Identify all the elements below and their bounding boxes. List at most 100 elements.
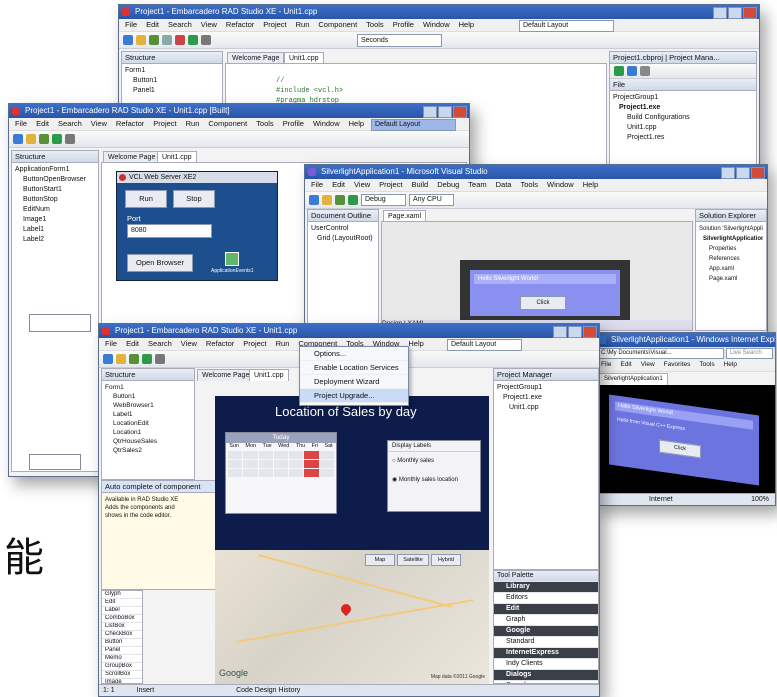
new-icon[interactable] <box>627 66 637 76</box>
menu-view[interactable]: View <box>181 339 197 348</box>
palette-item[interactable]: GroupBox <box>102 663 142 671</box>
menu-project[interactable]: Project <box>379 180 402 189</box>
menu-edit[interactable]: Edit <box>126 339 139 348</box>
vcl-form[interactable]: VCL Web Server XE2 Run Stop Port 8080 Op… <box>116 171 278 281</box>
tree-item[interactable]: ApplicationForm1 <box>15 165 95 175</box>
tree-item[interactable]: Button1 <box>105 392 191 401</box>
maximize-icon[interactable] <box>568 326 582 338</box>
open-icon[interactable] <box>136 35 146 45</box>
window-controls[interactable] <box>713 7 757 19</box>
menu-item-location[interactable]: Enable Location Services <box>300 361 408 375</box>
palette-item[interactable]: Library <box>494 582 598 593</box>
xaml-designer[interactable]: Hello Silverlight World! Click Design | … <box>381 221 693 331</box>
tree-item[interactable]: QtrSales2 <box>105 446 191 455</box>
menu-window[interactable]: Window <box>423 20 450 29</box>
menu-tools[interactable]: Tools <box>699 361 714 368</box>
tab-unit1[interactable]: Unit1.cpp <box>249 369 289 381</box>
menu-edit[interactable]: Edit <box>620 361 631 368</box>
save-icon[interactable] <box>39 134 49 144</box>
run-icon[interactable] <box>142 354 152 364</box>
map-pin-icon[interactable] <box>338 601 354 617</box>
minimize-icon[interactable] <box>713 7 727 19</box>
window-title-bar[interactable]: Project1 - Embarcadero RAD Studio XE - U… <box>99 324 599 338</box>
new-icon[interactable] <box>309 195 319 205</box>
menu-refactor[interactable]: Refactor <box>116 119 144 128</box>
open-browser-button[interactable]: Open Browser <box>127 254 193 272</box>
palette-item[interactable]: Dialogs <box>494 670 598 681</box>
search-combo[interactable]: Seconds <box>357 33 442 47</box>
minimize-icon[interactable] <box>553 326 567 338</box>
tab-project-manager[interactable]: Project Mana... <box>669 53 719 62</box>
maximize-icon[interactable] <box>736 167 750 179</box>
activate-icon[interactable] <box>614 66 624 76</box>
menu-item-deployment[interactable]: Deployment Wizard <box>300 375 408 389</box>
palette-item[interactable]: CheckBox <box>102 631 142 639</box>
tree-item[interactable]: Grid (LayoutRoot) <box>311 234 375 244</box>
tree-item[interactable]: EditNum <box>15 205 95 215</box>
layout-combo[interactable]: Default Layout <box>519 20 614 32</box>
tree-item[interactable]: Unit1.cpp <box>497 403 595 413</box>
close-icon[interactable] <box>583 326 597 338</box>
menu-component[interactable]: Component <box>318 20 357 29</box>
banner-textbox[interactable]: Hello Silverlight World! <box>474 274 616 284</box>
palette-item[interactable]: ListBox <box>102 623 142 631</box>
menu-file[interactable]: File <box>105 339 117 348</box>
tree-item[interactable]: Panel1 <box>125 86 219 96</box>
window-controls[interactable] <box>553 326 597 338</box>
palette-item[interactable]: Graph <box>494 615 598 626</box>
tree-item[interactable]: WebBrowser1 <box>105 401 191 410</box>
menu-item-options[interactable]: Options... <box>300 347 408 361</box>
palette-item[interactable]: Standard <box>494 637 598 648</box>
menu-view[interactable]: View <box>201 20 217 29</box>
palette-item[interactable]: Memo <box>102 655 142 663</box>
palette-item[interactable]: InternetExpress <box>494 648 598 659</box>
menu-project[interactable]: Project <box>153 119 176 128</box>
menu-file[interactable]: File <box>125 20 137 29</box>
tree-item[interactable]: ProjectGroup1 <box>613 93 753 103</box>
address-input[interactable]: C:\My Documents\Visual... <box>597 347 724 359</box>
tree-item[interactable]: Form1 <box>125 66 219 76</box>
menu-project[interactable]: Project <box>243 339 266 348</box>
run-icon[interactable] <box>52 134 62 144</box>
tree-item[interactable]: Build Configurations <box>613 113 753 123</box>
window-title-bar[interactable]: Project1 - Embarcadero RAD Studio XE - U… <box>119 5 759 19</box>
menu-help[interactable]: Help <box>408 339 423 348</box>
menu-view[interactable]: View <box>641 361 655 368</box>
tree-item[interactable]: Solution 'SilverlightApplication1' <box>699 224 763 234</box>
close-icon[interactable] <box>751 167 765 179</box>
palette-item[interactable]: Editors <box>494 593 598 604</box>
palette-item[interactable]: Glyph <box>102 591 142 599</box>
palette-item[interactable]: Label <box>102 607 142 615</box>
menu-project[interactable]: Project <box>263 20 286 29</box>
window-title-bar[interactable]: Project1 - Embarcadero RAD Studio XE - U… <box>9 104 469 118</box>
config-combo[interactable]: Debug <box>361 194 406 206</box>
calendar[interactable]: Today Sun Mon Tue Wed Thu Fri Sat <box>225 432 337 514</box>
menu-help[interactable]: Help <box>349 119 364 128</box>
options-icon[interactable] <box>640 66 650 76</box>
platform-combo[interactable]: Any CPU <box>409 194 454 206</box>
hybrid-button[interactable]: Hybrid <box>431 554 461 566</box>
palette-item[interactable]: Panel <box>102 647 142 655</box>
pause-icon[interactable] <box>65 134 75 144</box>
menu-favorites[interactable]: Favorites <box>664 361 691 368</box>
tree-item[interactable]: Project1.exe <box>613 103 753 113</box>
search-input[interactable]: Live Search <box>726 347 773 359</box>
close-icon[interactable] <box>743 7 757 19</box>
menu-item-upgrade[interactable]: Project Upgrade... <box>300 389 408 403</box>
map-button[interactable]: Map <box>365 554 395 566</box>
menu-data[interactable]: Data <box>496 180 512 189</box>
google-map[interactable]: Map Satellite Hybrid Google Map data ©20… <box>215 550 489 684</box>
cut-icon[interactable] <box>162 35 172 45</box>
menu-view[interactable]: View <box>354 180 370 189</box>
menu-run[interactable]: Run <box>296 20 310 29</box>
menu-run[interactable]: Run <box>276 339 290 348</box>
menu-team[interactable]: Team <box>468 180 486 189</box>
menu-search[interactable]: Search <box>148 339 172 348</box>
tree-item[interactable]: Label2 <box>15 235 95 245</box>
minimize-icon[interactable] <box>423 106 437 118</box>
zoom-level[interactable]: 100% <box>751 494 769 505</box>
tab-page[interactable]: SilverlightApplication1 <box>599 373 668 385</box>
tree-item[interactable]: Project1.exe <box>497 393 595 403</box>
window-controls[interactable] <box>721 167 765 179</box>
menu-help[interactable]: Help <box>724 361 737 368</box>
